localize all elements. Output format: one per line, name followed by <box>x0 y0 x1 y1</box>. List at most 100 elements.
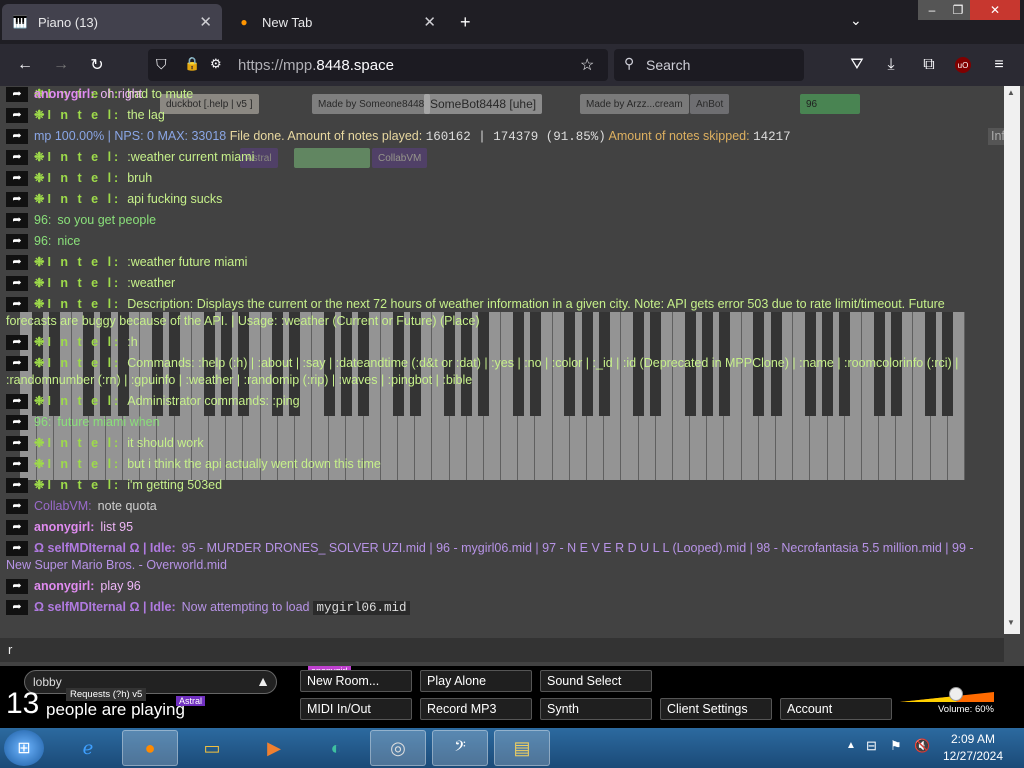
reply-arrow-icon[interactable]: ➦ <box>6 520 28 536</box>
reply-arrow-icon[interactable]: ➦ <box>6 478 28 494</box>
play-alone-button[interactable]: Play Alone <box>420 670 532 692</box>
chat-nick[interactable]: ❉I n t e l: <box>34 394 121 408</box>
reply-arrow-icon[interactable]: ➦ <box>6 541 28 557</box>
extensions-icon[interactable]: ⧉ <box>918 54 940 76</box>
lock-icon[interactable]: 🔒 <box>184 56 200 72</box>
permissions-icon[interactable]: ⚙ <box>210 56 222 72</box>
reply-arrow-icon[interactable]: ➦ <box>6 356 28 372</box>
chat-nick[interactable]: ❉I n t e l: <box>34 276 121 290</box>
minimize-icon[interactable]: – <box>918 0 946 20</box>
scroll-up-icon[interactable]: ▲ <box>1007 88 1015 97</box>
url-bar[interactable]: ⛉ 🔒 ⚙ https://mpp. 8448.space ☆ <box>148 49 608 81</box>
chat-nick[interactable]: ❉I n t e l: <box>34 297 121 311</box>
search-placeholder: Search <box>646 57 691 73</box>
chat-nick[interactable]: ❉I n t e l: <box>34 335 121 349</box>
chat-text: list 95 <box>100 520 134 534</box>
sound-select-button[interactable]: Sound Select <box>540 670 652 692</box>
chat-nick[interactable]: 96: <box>34 415 51 429</box>
new-room-button[interactable]: New Room... <box>300 670 412 692</box>
downloads-icon[interactable]: ⤓ <box>880 54 902 76</box>
reply-arrow-icon[interactable]: ➦ <box>6 129 28 145</box>
close-tab-icon[interactable]: ✕ <box>423 13 436 31</box>
chat-nick[interactable]: anonygirl: <box>34 520 94 534</box>
chat-nick[interactable]: ❉I n t e l: <box>34 356 121 370</box>
search-box[interactable]: ⚲ Search <box>614 49 804 81</box>
bass-clef-app-icon[interactable]: 𝄢 <box>432 730 488 766</box>
chat-nick[interactable]: anonygirl: <box>34 87 94 101</box>
reply-arrow-icon[interactable]: ➦ <box>6 457 28 473</box>
app-icon-teal[interactable]: ◐ <box>308 730 364 766</box>
chat-nick[interactable]: ❉I n t e l: <box>34 255 121 269</box>
chat-nick[interactable]: Ω selfMDIternal Ω | Idle: <box>34 541 176 555</box>
start-button[interactable]: ⊞ <box>4 730 44 766</box>
chat-nick[interactable]: ❉I n t e l: <box>34 108 121 122</box>
client-settings-button[interactable]: Client Settings <box>660 698 772 720</box>
reply-arrow-icon[interactable]: ➦ <box>6 499 28 515</box>
chat-input[interactable]: r <box>0 638 1004 662</box>
chat-nick[interactable]: 96: <box>34 234 51 248</box>
reply-arrow-icon[interactable]: ➦ <box>6 276 28 292</box>
ublock-icon[interactable]: uO <box>955 57 971 73</box>
reply-arrow-icon[interactable]: ➦ <box>6 171 28 187</box>
reload-icon[interactable]: ↻ <box>86 54 108 76</box>
midi-in-out-button[interactable]: MIDI In/Out <box>300 698 412 720</box>
reply-arrow-icon[interactable]: ➦ <box>6 335 28 351</box>
media-player-icon[interactable]: ▶ <box>246 730 302 766</box>
volume-slider[interactable] <box>900 687 994 702</box>
clock-date[interactable]: 12/27/2024 <box>936 749 1010 763</box>
chat-nick[interactable]: ❉I n t e l: <box>34 457 121 471</box>
chat-nick[interactable]: ❉I n t e l: <box>34 192 121 206</box>
pocket-icon[interactable]: ⛛ <box>846 54 868 76</box>
tab-new-tab[interactable]: ● New Tab ✕ <box>226 4 446 40</box>
reply-arrow-icon[interactable]: ➦ <box>6 415 28 431</box>
close-window-icon[interactable]: ✕ <box>970 0 1020 20</box>
shield-icon[interactable]: ⛉ <box>156 56 167 73</box>
chat-nick[interactable]: ❉I n t e l: <box>34 150 121 164</box>
reply-arrow-icon[interactable]: ➦ <box>6 297 28 313</box>
tab-piano[interactable]: 🎹 Piano (13) ✕ <box>2 4 222 40</box>
maximize-icon[interactable]: ❐ <box>946 0 970 20</box>
record-mp3-button[interactable]: Record MP3 <box>420 698 532 720</box>
reply-arrow-icon[interactable]: ➦ <box>6 436 28 452</box>
chat-nick[interactable]: ❉I n t e l: <box>34 478 121 492</box>
reply-arrow-icon[interactable]: ➦ <box>6 234 28 250</box>
chat-scrollbar[interactable]: ▲ ▼ <box>1004 86 1020 634</box>
chat-nick[interactable]: 96: <box>34 213 51 227</box>
room-menu-up-icon[interactable]: ▲ <box>256 673 270 689</box>
synth-button[interactable]: Synth <box>540 698 652 720</box>
reply-arrow-icon[interactable]: ➦ <box>6 108 28 124</box>
midi-app-icon[interactable]: ◎ <box>370 730 426 766</box>
scroll-down-icon[interactable]: ▼ <box>1007 618 1015 627</box>
chat-nick[interactable]: Ω selfMDIternal Ω | Idle: <box>34 600 176 614</box>
bookmark-star-icon[interactable]: ☆ <box>580 55 594 75</box>
reply-arrow-icon[interactable]: ➦ <box>6 600 28 616</box>
reply-arrow-icon[interactable]: ➦ <box>6 150 28 166</box>
reply-arrow-icon[interactable]: ➦ <box>6 192 28 208</box>
reply-arrow-icon[interactable]: ➦ <box>6 213 28 229</box>
internet-explorer-icon[interactable]: ℯ <box>60 730 116 766</box>
close-tab-icon[interactable]: ✕ <box>199 13 212 31</box>
file-explorer-icon[interactable]: ▭ <box>184 730 240 766</box>
folder-app-icon[interactable]: ▤ <box>494 730 550 766</box>
firefox-taskbar-icon[interactable]: ● <box>122 730 178 766</box>
clock-time[interactable]: 2:09 AM <box>936 732 1010 746</box>
back-icon[interactable]: ← <box>14 54 36 76</box>
forward-icon[interactable]: → <box>50 54 72 76</box>
action-center-flag-icon[interactable]: ⚑ <box>890 738 902 754</box>
chat-nick[interactable]: ❉I n t e l: <box>34 436 121 450</box>
tab-list-icon[interactable]: ⌄ <box>850 12 862 29</box>
room-selector[interactable]: lobby ▲ <box>24 670 277 694</box>
tray-expand-icon[interactable]: ▲ <box>846 740 856 751</box>
speaker-muted-icon[interactable]: 🔇 <box>914 738 930 754</box>
reply-arrow-icon[interactable]: ➦ <box>6 394 28 410</box>
account-button[interactable]: Account <box>780 698 892 720</box>
chat-nick[interactable]: ❉I n t e l: <box>34 171 121 185</box>
reply-arrow-icon[interactable]: ➦ <box>6 87 28 103</box>
new-tab-icon[interactable]: + <box>460 12 471 33</box>
chat-nick[interactable]: CollabVM: <box>34 499 92 513</box>
reply-arrow-icon[interactable]: ➦ <box>6 579 28 595</box>
network-icon[interactable]: ⊟ <box>866 738 877 754</box>
reply-arrow-icon[interactable]: ➦ <box>6 255 28 271</box>
chat-nick[interactable]: anonygirl: <box>34 579 94 593</box>
menu-icon[interactable]: ≡ <box>988 54 1010 76</box>
